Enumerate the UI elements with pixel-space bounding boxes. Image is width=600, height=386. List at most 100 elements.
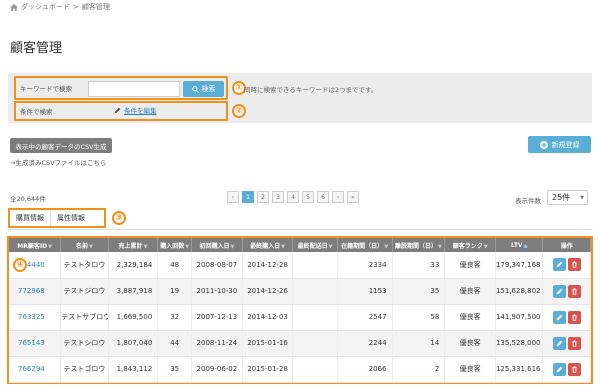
- customer-id-link[interactable]: 765143: [9, 330, 62, 357]
- pencil-icon: [556, 314, 563, 320]
- edit-button[interactable]: [552, 310, 566, 324]
- chevron-down-icon: ▼: [580, 194, 584, 201]
- delete-button[interactable]: [567, 258, 581, 272]
- customer-id-link[interactable]: 763325: [9, 304, 62, 331]
- column-header[interactable]: 離脱期間（日）▼: [392, 238, 446, 252]
- column-header[interactable]: 名前▼: [60, 238, 109, 252]
- last-page-button[interactable]: »: [347, 191, 359, 203]
- delete-button[interactable]: [567, 362, 581, 376]
- pagination: ‹ 1 2 3 4 5 6 › »: [227, 191, 359, 203]
- column-header[interactable]: LTV▲: [495, 238, 544, 252]
- next-page-button[interactable]: ›: [332, 191, 344, 203]
- pencil-icon: [114, 107, 121, 113]
- trash-icon: [572, 339, 577, 347]
- breadcrumb-separator: >: [73, 3, 79, 11]
- condition-search-label: 条件で検索: [20, 108, 53, 116]
- table-cell: 179,347,168: [495, 252, 544, 279]
- search-hint: 同時に検索できるキーワードは2つまでです。: [244, 86, 378, 94]
- table-cell: 1153: [337, 278, 393, 305]
- customer-id-link[interactable]: 772968: [9, 278, 62, 305]
- table-cell: 2014-12-28: [242, 252, 294, 279]
- edit-button[interactable]: [552, 336, 566, 350]
- table-cell: 2547: [337, 304, 393, 331]
- table-cell: 2066: [337, 356, 393, 383]
- table-cell: 2: [392, 356, 446, 383]
- column-header[interactable]: 最終配送日▼: [292, 238, 338, 252]
- delete-button[interactable]: [567, 336, 581, 350]
- tab-attribute-info[interactable]: 属性情報: [51, 210, 91, 226]
- customer-table: MR顧客ID▼ 名前▼ 売上累計▼ 購入回数▼ 初回購入日▼ 最終購入日▼ 最終…: [7, 236, 593, 384]
- marker-2: ②: [232, 104, 246, 118]
- delete-button[interactable]: [567, 284, 581, 298]
- keyword-search-label: キーワードで検索: [20, 85, 72, 93]
- table-cell: [292, 304, 338, 331]
- page-3-button[interactable]: 3: [272, 191, 284, 203]
- trash-icon: [572, 261, 577, 269]
- column-header[interactable]: 顧客ランク▼: [444, 238, 496, 252]
- edit-button[interactable]: [552, 362, 566, 376]
- search-button[interactable]: 検索: [183, 81, 224, 97]
- table-cell: 19: [157, 278, 193, 305]
- table-cell: 2015-01-28: [242, 356, 294, 383]
- table-cell: 35: [157, 356, 193, 383]
- search-icon: [191, 85, 199, 93]
- table-cell: テストシロウ: [60, 330, 109, 357]
- tab-purchase-info[interactable]: 購買情報: [10, 210, 51, 226]
- table-cell: 2334: [337, 252, 393, 279]
- trash-icon: [572, 365, 577, 373]
- table-cell: 48: [157, 252, 193, 279]
- edit-condition-link[interactable]: 条件を編集: [114, 105, 157, 115]
- prev-page-button[interactable]: ‹: [227, 191, 239, 203]
- table-cell: 2009-06-02: [191, 356, 243, 383]
- table-cell: [292, 330, 338, 357]
- page-1-button[interactable]: 1: [242, 191, 254, 203]
- table-cell: 1,807,040: [108, 330, 159, 357]
- table-cell: 優良客: [444, 304, 496, 331]
- breadcrumb: ダッシュボード > 顧客管理: [10, 2, 110, 12]
- per-page-select[interactable]: 25件 ▼: [547, 190, 588, 205]
- table-row: 765143 テストシロウ 1,807,040 44 2008-11-24 2015-01…: [9, 330, 591, 357]
- keyword-search-input[interactable]: [88, 81, 180, 97]
- page-6-button[interactable]: 6: [317, 191, 329, 203]
- page-2-button[interactable]: 2: [257, 191, 269, 203]
- per-page-value: 25件: [552, 193, 571, 202]
- table-cell: 2,329,184: [108, 252, 159, 279]
- table-cell: テストタロウ: [60, 252, 109, 279]
- table-cell: 135,528,000: [495, 330, 544, 357]
- page-4-button[interactable]: 4: [287, 191, 299, 203]
- table-cell: 優良客: [444, 278, 496, 305]
- csv-generate-button[interactable]: 表示中の顧客データのCSV生成: [10, 138, 112, 153]
- customer-id-link[interactable]: 766294: [9, 356, 62, 383]
- column-header[interactable]: 最終購入日▼: [242, 238, 294, 252]
- plus-circle-icon: [539, 140, 548, 149]
- pencil-icon: [556, 261, 563, 268]
- search-button-label: 検索: [201, 85, 216, 93]
- column-header[interactable]: 在籍期間（日）▼: [337, 238, 393, 252]
- table-cell: 優良客: [444, 330, 496, 357]
- table-cell: [292, 252, 338, 279]
- csv-files-link[interactable]: →生成済みCSVファイルはこちら: [10, 157, 107, 167]
- table-cell: テストジロウ: [60, 278, 109, 305]
- new-register-button[interactable]: 新規登録: [528, 136, 591, 153]
- column-header: 操作: [542, 238, 591, 252]
- table-cell: 151,628,802: [495, 278, 544, 305]
- row-actions: [542, 278, 591, 305]
- column-header[interactable]: 購入回数▼: [157, 238, 193, 252]
- tabs-divider: [8, 229, 592, 230]
- delete-button[interactable]: [567, 310, 581, 324]
- column-header[interactable]: 売上累計▼: [108, 238, 159, 252]
- table-cell: 125,331,616: [495, 356, 544, 383]
- marker-4: ④: [13, 258, 27, 272]
- trash-icon: [572, 313, 577, 321]
- row-actions: [542, 330, 591, 357]
- breadcrumb-home-link[interactable]: ダッシュボード: [21, 2, 70, 12]
- column-header[interactable]: MR顧客ID▼: [9, 238, 62, 252]
- edit-button[interactable]: [552, 284, 566, 298]
- column-header[interactable]: 初回購入日▼: [191, 238, 243, 252]
- home-icon[interactable]: [10, 3, 18, 11]
- edit-button[interactable]: [552, 258, 566, 272]
- table-cell: [292, 278, 338, 305]
- table-cell: 2011-10-30: [191, 278, 243, 305]
- table-cell: 2014-12-03: [242, 304, 294, 331]
- page-5-button[interactable]: 5: [302, 191, 314, 203]
